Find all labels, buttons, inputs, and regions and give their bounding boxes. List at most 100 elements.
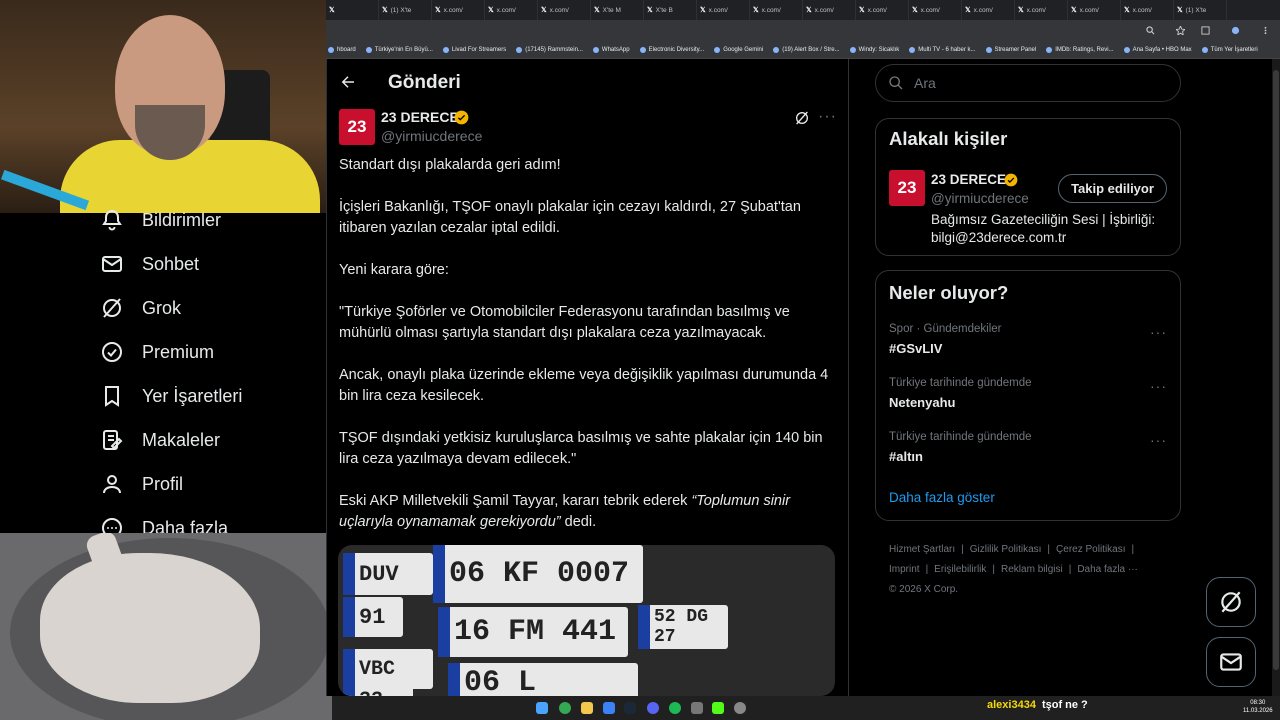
trend-name[interactable]: Netenyahu: [889, 395, 955, 410]
search-input[interactable]: Ara: [875, 64, 1181, 102]
browser-tab[interactable]: 𝕏: [326, 0, 379, 20]
bookmark-item[interactable]: Google Gemini: [714, 46, 763, 53]
author-avatar[interactable]: 23: [339, 109, 375, 145]
x-icon: 𝕏: [541, 7, 547, 14]
bookmark-item[interactable]: Streamer Panel: [985, 46, 1036, 53]
chrome-icon[interactable]: [559, 702, 571, 714]
grok-icon[interactable]: [794, 110, 810, 126]
verified-badge-icon: [454, 110, 469, 125]
browser-tab[interactable]: 𝕏x.com/: [803, 0, 856, 20]
related-person-avatar[interactable]: 23: [889, 170, 925, 206]
zoom-icon[interactable]: [1146, 26, 1155, 35]
browser-tab[interactable]: 𝕏x.com/: [1121, 0, 1174, 20]
browser-tab[interactable]: 𝕏 (1) X'te: [1174, 0, 1227, 20]
browser-tab[interactable]: 𝕏 (1) X'te: [379, 0, 432, 20]
app-icon[interactable]: [691, 702, 703, 714]
clock-time: 08:30: [1250, 700, 1266, 706]
bookmark-label: Türkiye'nin En Büyü...: [374, 46, 433, 53]
post-column: Gönderi 23 23 DERECE @yirmiucderece ··· …: [326, 59, 849, 696]
browser-tab[interactable]: 𝕏x.com/: [697, 0, 750, 20]
clock-date: 11.03.2026: [1243, 708, 1273, 714]
taskbar-clock[interactable]: 08:30 11.03.2026: [1243, 699, 1273, 715]
bookmark-item[interactable]: Livad For Streamers: [442, 46, 506, 53]
license-plate: DUV: [343, 553, 433, 595]
post-image[interactable]: DUV 91 06 KF 0007 16 FM 441 52 DG 27 VBC 33 06 …: [338, 545, 835, 696]
author-handle[interactable]: @yirmiucderece: [381, 128, 482, 144]
related-person-handle[interactable]: @yirmiucderece: [931, 191, 1029, 206]
x-icon: 𝕏: [965, 7, 971, 14]
show-more-link[interactable]: Daha fazla göster: [889, 490, 995, 505]
sidebar-item-4[interactable]: Yer İşaretleri: [100, 384, 242, 408]
browser-tab[interactable]: 𝕏x.com/: [962, 0, 1015, 20]
windows-taskbar: [332, 696, 1280, 720]
footer-link[interactable]: Imprint: [889, 564, 920, 575]
trend-name[interactable]: #altın: [889, 449, 923, 464]
bookmark-item[interactable]: Türkiye'nin En Büyü...: [365, 46, 433, 53]
profile-icon[interactable]: [1231, 26, 1240, 35]
plate-text: DUV: [359, 561, 399, 587]
x-icon: 𝕏: [1177, 7, 1183, 14]
footer-link[interactable]: Daha fazla ···: [1077, 564, 1138, 575]
sidebar-item-3[interactable]: Premium: [100, 340, 214, 364]
bookmark-item[interactable]: Multi TV - 6 haber k...: [909, 46, 976, 53]
bookmark-item[interactable]: hboard: [328, 46, 356, 53]
bookmark-item[interactable]: (19) Alert Box / Stre...: [773, 46, 840, 53]
bookmark-label: (19) Alert Box / Stre...: [782, 46, 840, 53]
browser-tab[interactable]: 𝕏x.com/: [538, 0, 591, 20]
browser-tab-label: x.com/: [1132, 6, 1152, 14]
sidebar-item-5[interactable]: Makaleler: [100, 428, 220, 452]
explorer-icon[interactable]: [581, 702, 593, 714]
messages-fab[interactable]: [1206, 637, 1256, 687]
bookmark-item[interactable]: (17145) Rammstein...: [516, 46, 583, 53]
menu-icon[interactable]: [1261, 26, 1270, 35]
discord-icon[interactable]: [647, 702, 659, 714]
more-options-icon[interactable]: ···: [1150, 378, 1167, 394]
sidebar-item-2[interactable]: Grok: [100, 296, 181, 320]
sidebar-item-1[interactable]: Sohbet: [100, 252, 199, 276]
browser-tab[interactable]: 𝕏x.com/: [856, 0, 909, 20]
browser-tab[interactable]: 𝕏x.com/: [1015, 0, 1068, 20]
scrollbar-thumb[interactable]: [1273, 70, 1279, 670]
sidebar-item-6[interactable]: Profil: [100, 472, 183, 496]
spotify-icon[interactable]: [669, 702, 681, 714]
star-icon[interactable]: [1176, 26, 1185, 35]
back-arrow-icon[interactable]: [339, 73, 357, 91]
bookmark-item[interactable]: WhatsApp: [592, 46, 630, 53]
browser-tab[interactable]: 𝕏x.com/: [485, 0, 538, 20]
obs-icon[interactable]: [734, 702, 746, 714]
browser-tab[interactable]: 𝕏x.com/: [1068, 0, 1121, 20]
following-button[interactable]: Takip ediliyor: [1058, 174, 1167, 203]
related-person-name[interactable]: 23 DERECE: [931, 172, 1006, 187]
steam-icon[interactable]: [624, 702, 636, 714]
bookmark-item[interactable]: Ana Sayfa • HBO Max: [1123, 46, 1192, 53]
trend-name[interactable]: #GSvLIV: [889, 341, 942, 356]
sidebar-item-0[interactable]: Bildirimler: [100, 208, 221, 232]
footer-link[interactable]: Gizlilik Politikası: [970, 544, 1042, 555]
browser-tab[interactable]: 𝕏x.com/: [432, 0, 485, 20]
app-icon[interactable]: [603, 702, 615, 714]
browser-tab[interactable]: 𝕏x.com/: [909, 0, 962, 20]
grok-fab[interactable]: [1206, 577, 1256, 627]
browser-tab[interactable]: 𝕏x.com/: [750, 0, 803, 20]
start-icon[interactable]: [536, 702, 548, 714]
author-name[interactable]: 23 DERECE: [381, 109, 459, 125]
bookmark-item[interactable]: Tüm Yer İşaretleri: [1201, 46, 1258, 53]
more-options-icon[interactable]: ···: [1150, 432, 1167, 448]
footer-link[interactable]: Hizmet Şartları: [889, 544, 955, 555]
browser-tab[interactable]: 𝕏 X'te B: [644, 0, 697, 20]
bookmark-label: hboard: [337, 46, 356, 53]
footer-link[interactable]: Erişilebilirlik: [934, 564, 986, 575]
bookmark-item[interactable]: Electronic Diversity...: [639, 46, 704, 53]
kick-icon[interactable]: [712, 702, 724, 714]
sidebar-item-label: Grok: [142, 297, 182, 318]
license-plate: 06 L: [448, 663, 638, 696]
extensions-icon[interactable]: [1201, 26, 1210, 35]
bookmark-item[interactable]: Windy: Sicaklık: [849, 46, 899, 53]
footer-link[interactable]: Reklam bilgisi: [1001, 564, 1063, 575]
footer-link[interactable]: Çerez Politikası: [1056, 544, 1125, 555]
more-options-icon[interactable]: ···: [818, 108, 837, 126]
browser-tab[interactable]: 𝕏 X'te M: [591, 0, 644, 20]
more-options-icon[interactable]: ···: [1150, 324, 1167, 340]
bookmark-item[interactable]: IMDb: Ratings, Revi...: [1046, 46, 1114, 53]
footer-separator: |: [925, 564, 929, 575]
